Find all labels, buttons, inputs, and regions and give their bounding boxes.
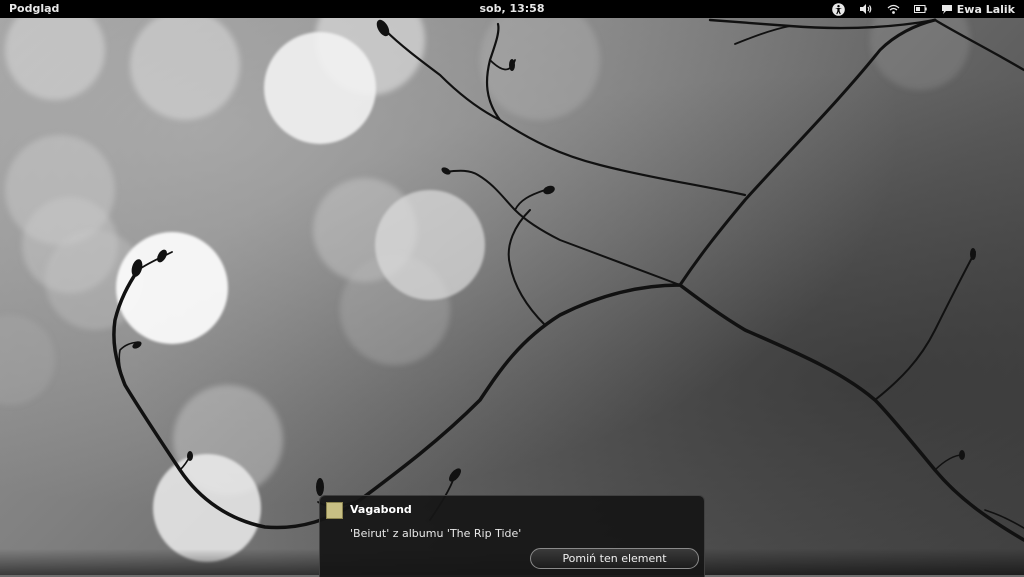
notification-body: 'Beirut' z albumu 'The Rip Tide' <box>350 527 522 540</box>
wifi-icon[interactable] <box>887 0 900 18</box>
desktop-wallpaper <box>0 18 1024 575</box>
user-name: Ewa Lalik <box>956 2 1015 16</box>
top-bar: Podgląd sob, 13:58 Ewa Lalik <box>0 0 1024 18</box>
user-menu[interactable]: Ewa Lalik <box>941 3 1015 16</box>
album-cover-icon <box>326 502 343 519</box>
battery-icon[interactable] <box>913 0 927 18</box>
skip-track-button[interactable]: Pomiń ten element <box>530 548 699 569</box>
clock-label[interactable]: sob, 13:58 <box>479 2 544 15</box>
chat-bubble-icon <box>941 4 952 14</box>
media-notification[interactable]: Vagabond 'Beirut' z albumu 'The Rip Tide… <box>319 495 705 577</box>
system-tray: Ewa Lalik <box>831 0 1024 18</box>
notification-title: Vagabond <box>350 503 412 516</box>
accessibility-icon[interactable] <box>831 0 845 18</box>
activities-button[interactable]: Podgląd <box>9 2 59 15</box>
wallpaper-illustration <box>0 18 1024 562</box>
volume-icon[interactable] <box>859 0 873 18</box>
